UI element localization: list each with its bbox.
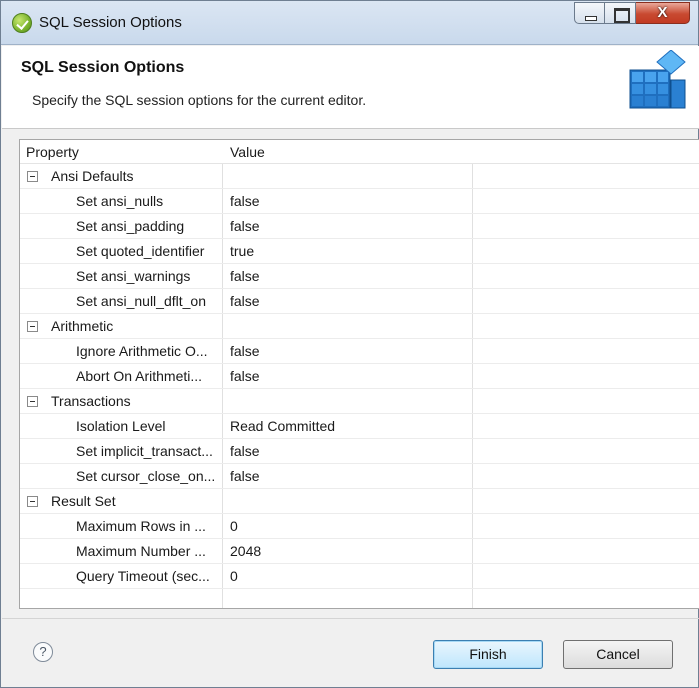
wizard-header: SQL Session Options Specify the SQL sess… <box>2 46 699 129</box>
table-header: Property Value <box>20 140 699 164</box>
value-cell[interactable]: 0 <box>230 518 238 534</box>
table-group-row[interactable]: Result Set <box>20 489 699 514</box>
close-icon: X <box>657 4 668 21</box>
table-row[interactable]: Maximum Number ... 2048 <box>20 539 699 564</box>
table-row[interactable]: Set implicit_transact... false <box>20 439 699 464</box>
maximize-button[interactable] <box>605 2 636 24</box>
table-row[interactable]: Set quoted_identifier true <box>20 239 699 264</box>
property-cell: Set cursor_close_on... <box>76 468 216 484</box>
value-cell[interactable]: 2048 <box>230 543 261 559</box>
property-cell: Ignore Arithmetic O... <box>76 343 208 359</box>
value-cell[interactable]: false <box>230 218 260 234</box>
value-cell[interactable]: false <box>230 193 260 209</box>
property-cell: Maximum Rows in ... <box>76 518 206 534</box>
value-cell[interactable]: false <box>230 268 260 284</box>
value-cell[interactable]: false <box>230 468 260 484</box>
finish-button[interactable]: Finish <box>433 640 543 669</box>
title-bar: SQL Session Options X <box>1 1 698 45</box>
property-cell: Arithmetic <box>51 318 114 334</box>
table-row[interactable]: Set cursor_close_on... false <box>20 464 699 489</box>
table-group-row[interactable]: Arithmetic <box>20 314 699 339</box>
value-cell[interactable]: Read Committed <box>230 418 335 434</box>
window-controls: X <box>574 2 690 24</box>
property-cell: Set ansi_warnings <box>76 268 191 284</box>
property-cell: Query Timeout (sec... <box>76 568 210 584</box>
column-header-property[interactable]: Property <box>26 144 79 160</box>
table-row[interactable]: Set ansi_warnings false <box>20 264 699 289</box>
table-row[interactable]: Set ansi_nulls false <box>20 189 699 214</box>
value-cell[interactable]: true <box>230 243 254 259</box>
property-cell: Abort On Arithmeti... <box>76 368 203 384</box>
value-cell[interactable]: 0 <box>230 568 238 584</box>
property-cell: Set ansi_padding <box>76 218 185 234</box>
table-group-row[interactable]: Transactions <box>20 389 699 414</box>
window-title: SQL Session Options <box>39 14 182 31</box>
footer-divider <box>2 618 699 619</box>
property-cell: Maximum Number ... <box>76 543 206 559</box>
close-button[interactable]: X <box>636 2 690 24</box>
collapse-toggle-icon[interactable] <box>27 171 38 182</box>
collapse-toggle-icon[interactable] <box>27 396 38 407</box>
collapse-toggle-icon[interactable] <box>27 321 38 332</box>
help-icon[interactable]: ? <box>33 642 53 662</box>
property-cell: Ansi Defaults <box>51 168 134 184</box>
page-title: SQL Session Options <box>21 59 185 76</box>
property-cell: Set ansi_nulls <box>76 193 164 209</box>
property-cell: Set ansi_null_dflt_on <box>76 293 206 309</box>
value-cell[interactable]: false <box>230 293 260 309</box>
property-cell: Transactions <box>51 393 131 409</box>
table-row[interactable]: Set ansi_null_dflt_on false <box>20 289 699 314</box>
properties-table: Property Value Ansi Defaults Set ansi_nul… <box>19 139 699 609</box>
property-cell: Set implicit_transact... <box>76 443 213 459</box>
value-cell[interactable]: false <box>230 343 260 359</box>
table-row[interactable]: Set ansi_padding false <box>20 214 699 239</box>
collapse-toggle-icon[interactable] <box>27 496 38 507</box>
table-row[interactable]: Abort On Arithmeti... false <box>20 364 699 389</box>
column-header-value[interactable]: Value <box>230 144 265 160</box>
dialog-window: SQL Session Options X SQL Session Option… <box>0 0 699 688</box>
table-row[interactable]: Ignore Arithmetic O... false <box>20 339 699 364</box>
property-cell: Set quoted_identifier <box>76 243 205 259</box>
value-cell[interactable]: false <box>230 443 260 459</box>
table-row[interactable]: Maximum Rows in ... 0 <box>20 514 699 539</box>
property-cell: Result Set <box>51 493 116 509</box>
app-icon <box>12 13 32 33</box>
database-wizard-icon <box>629 50 686 109</box>
table-row[interactable]: Query Timeout (sec... 0 <box>20 564 699 589</box>
table-group-row[interactable]: Ansi Defaults <box>20 164 699 189</box>
table-row[interactable]: Isolation Level Read Committed <box>20 414 699 439</box>
page-description: Specify the SQL session options for the … <box>32 92 367 108</box>
property-cell: Isolation Level <box>76 418 166 434</box>
value-cell[interactable]: false <box>230 368 260 384</box>
cancel-button[interactable]: Cancel <box>563 640 673 669</box>
minimize-button[interactable] <box>574 2 605 24</box>
